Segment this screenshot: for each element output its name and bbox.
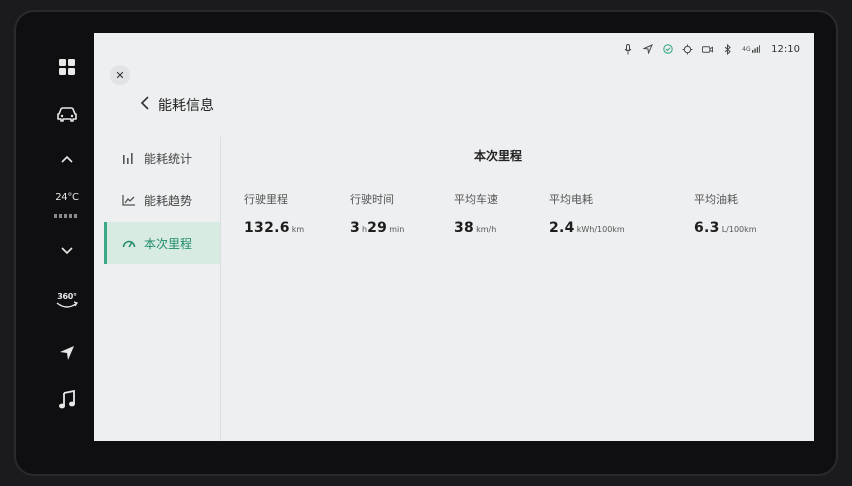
sidebar-divider xyxy=(220,137,221,441)
metric-label: 平均车速 xyxy=(454,193,498,206)
bluetooth-icon xyxy=(722,43,733,55)
navigation-arrow-icon xyxy=(60,346,74,360)
fan-level-indicator xyxy=(54,213,80,219)
microphone-icon xyxy=(622,43,633,55)
metric-value: 2.4 kWh/100km xyxy=(549,217,625,236)
apps-grid-icon xyxy=(59,59,75,75)
trend-line-icon xyxy=(122,195,135,206)
navigation-button[interactable] xyxy=(40,344,94,362)
sidebar-item-label: 能耗统计 xyxy=(144,151,193,166)
close-button[interactable]: ✕ xyxy=(110,65,130,85)
page-header: 能耗信息 xyxy=(140,95,214,115)
gauge-icon xyxy=(122,240,136,248)
metric-value: 132.6 km xyxy=(244,217,304,236)
chevron-up-icon xyxy=(61,155,73,163)
minutes-value: 29 xyxy=(367,220,388,236)
hours-value: 3 xyxy=(350,220,361,236)
view-360-label: 360° xyxy=(57,292,77,301)
distance-unit: km xyxy=(291,225,305,234)
minutes-unit: min xyxy=(389,225,405,234)
speed-value: 38 xyxy=(454,220,475,236)
sidebar-item-current-trip[interactable]: 本次里程 xyxy=(104,222,220,264)
page-title: 能耗信息 xyxy=(158,98,214,114)
temp-up-button[interactable] xyxy=(40,154,94,164)
music-note-icon xyxy=(59,390,75,409)
temperature-value: 24°C xyxy=(55,192,79,203)
fuel-unit: L/100km xyxy=(721,225,757,234)
dashcam-icon xyxy=(702,44,714,55)
temp-down-button[interactable] xyxy=(40,246,94,256)
electricity-unit: kWh/100km xyxy=(576,225,625,234)
check-circle-icon xyxy=(662,44,673,55)
section-title: 本次里程 xyxy=(474,149,523,163)
sidebar-item-energy-trend[interactable]: 能耗趋势 xyxy=(104,179,220,221)
car-icon xyxy=(57,107,77,122)
view-360-button[interactable]: 360° xyxy=(40,292,94,309)
sidebar-item-energy-stats[interactable]: 能耗统计 xyxy=(104,137,220,179)
left-dock: 24°C 360° xyxy=(40,32,94,442)
energy-info-screen: 4G 12:10 ✕ 能耗信息 能耗统计 能耗趋势 本次里程 本次里程 行驶里程… xyxy=(94,33,814,441)
status-bar: 4G 12:10 xyxy=(622,42,800,56)
sidebar: 能耗统计 能耗趋势 本次里程 xyxy=(104,137,220,441)
chevron-left-icon xyxy=(140,96,149,110)
sidebar-item-label: 本次里程 xyxy=(144,236,193,251)
surround-view-icon xyxy=(56,301,78,308)
bar-chart-icon xyxy=(123,153,133,164)
apps-grid-button[interactable] xyxy=(40,58,94,76)
chevron-down-icon xyxy=(61,247,73,255)
network-type: 4G xyxy=(742,45,751,53)
metric-avg-fuel: 平均油耗 6.3 L/100km xyxy=(694,191,757,236)
sidebar-item-label: 能耗趋势 xyxy=(144,193,193,208)
clock: 12:10 xyxy=(771,43,800,55)
distance-value: 132.6 xyxy=(244,220,290,236)
target-icon xyxy=(682,44,693,55)
electricity-value: 2.4 xyxy=(549,220,575,236)
metric-label: 平均油耗 xyxy=(694,193,738,206)
metric-avg-electricity: 平均电耗 2.4 kWh/100km xyxy=(549,191,625,236)
temperature-display: 24°C xyxy=(40,192,94,203)
back-button[interactable] xyxy=(140,95,150,115)
metric-drive-time: 行驶时间 3 h29 min xyxy=(350,191,404,236)
metric-value: 6.3 L/100km xyxy=(694,217,757,236)
vehicle-button[interactable] xyxy=(40,106,94,122)
location-icon xyxy=(642,44,653,55)
cellular-signal-icon: 4G xyxy=(742,44,761,55)
metric-label: 行驶时间 xyxy=(350,193,394,206)
fuel-value: 6.3 xyxy=(694,220,720,236)
music-button[interactable] xyxy=(40,390,94,410)
close-icon: ✕ xyxy=(115,68,125,82)
metric-distance: 行驶里程 132.6 km xyxy=(244,191,304,236)
metric-value: 3 h29 min xyxy=(350,217,404,236)
metric-label: 平均电耗 xyxy=(549,193,593,206)
metric-label: 行驶里程 xyxy=(244,193,288,206)
metric-value: 38 km/h xyxy=(454,217,498,236)
metric-avg-speed: 平均车速 38 km/h xyxy=(454,191,498,236)
speed-unit: km/h xyxy=(476,225,497,234)
